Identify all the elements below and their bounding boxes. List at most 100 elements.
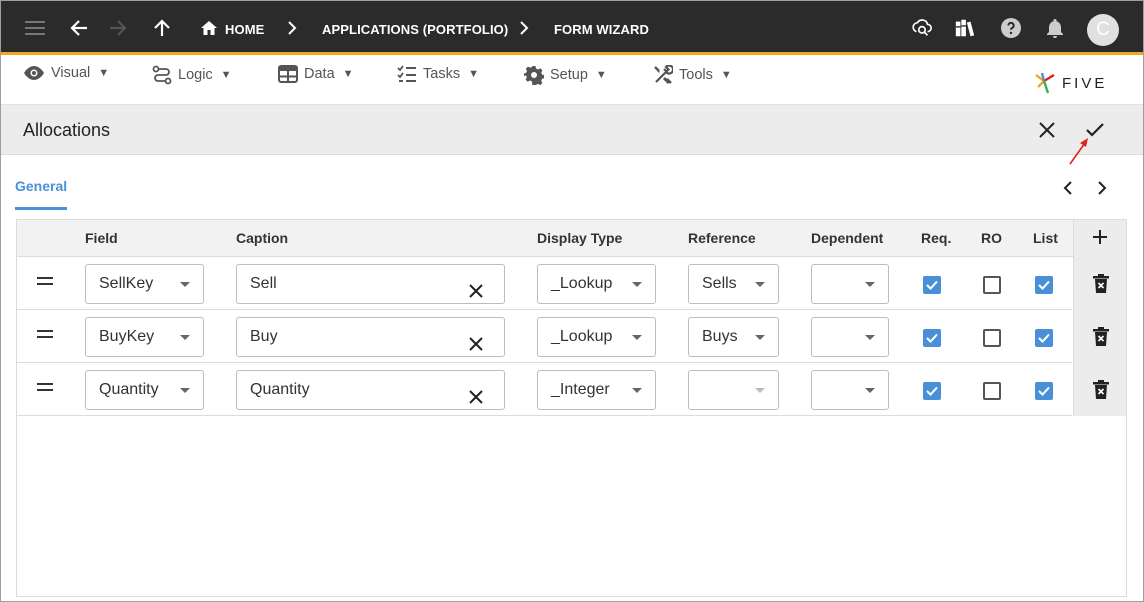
back-arrow-icon[interactable] [68, 17, 90, 39]
clear-icon[interactable] [468, 276, 484, 298]
dropdown-arrow-icon [632, 282, 642, 287]
display-type-select[interactable]: _Integer [537, 370, 656, 410]
tab-general[interactable]: General [15, 178, 67, 194]
field-select[interactable]: SellKey [85, 264, 204, 304]
hamburger-menu-icon[interactable] [24, 17, 46, 39]
chevron-right-icon [1098, 181, 1107, 195]
dropdown-arrow-icon [180, 282, 190, 287]
caret-down-icon: ▼ [595, 69, 607, 81]
field-select[interactable]: Quantity [85, 370, 204, 410]
ro-checkbox[interactable] [983, 276, 1001, 294]
breadcrumb-applications[interactable]: APPLICATIONS (PORTFOLIO) [322, 22, 508, 37]
library-books-icon[interactable] [954, 17, 976, 39]
clear-icon[interactable] [468, 382, 484, 404]
header-ro: RO [981, 230, 1002, 246]
display-type-select[interactable]: _Lookup [537, 317, 656, 357]
menu-setup[interactable]: Setup ▼ [524, 65, 607, 85]
annotation-arrow-icon [1069, 138, 1088, 165]
drag-handle-icon[interactable] [37, 383, 53, 395]
top-app-bar: HOME APPLICATIONS (PORTFOLIO) FORM WIZAR… [1, 1, 1143, 55]
dropdown-arrow-icon [180, 388, 190, 393]
field-select[interactable]: BuyKey [85, 317, 204, 357]
page-title: Allocations [23, 120, 111, 140]
dropdown-arrow-icon [865, 388, 875, 393]
menu-tasks[interactable]: Tasks ▼ [397, 65, 479, 83]
caption-input-value: Buy [250, 328, 278, 345]
clear-icon[interactable] [468, 329, 484, 351]
breadcrumb-home[interactable]: HOME [225, 22, 264, 37]
user-avatar[interactable]: C [1087, 14, 1119, 46]
fields-grid: Field Caption Display Type Reference Dep… [16, 219, 1127, 597]
caption-input[interactable]: Buy [236, 317, 505, 357]
dependent-select[interactable] [811, 317, 889, 357]
five-logo-text: FIVE [1062, 74, 1108, 92]
logic-flow-icon [152, 65, 172, 85]
form-wizard-window: HOME APPLICATIONS (PORTFOLIO) FORM WIZAR… [0, 0, 1144, 602]
caption-input[interactable]: Quantity [236, 370, 505, 410]
req-checkbox[interactable] [923, 329, 941, 347]
chevron-left-icon [1063, 181, 1072, 195]
delete-row-trash-icon[interactable] [1092, 274, 1110, 294]
header-list: List [1033, 230, 1058, 246]
drag-handle-icon[interactable] [37, 277, 53, 289]
close-icon [1039, 122, 1055, 138]
form-title-bar: Allocations [1, 105, 1143, 155]
drag-handle-icon[interactable] [37, 330, 53, 342]
home-icon[interactable] [198, 17, 220, 39]
menu-data[interactable]: Data ▼ [278, 65, 354, 83]
previous-page-button[interactable] [1059, 179, 1077, 197]
menu-setup-label: Setup [550, 67, 588, 83]
add-row-button[interactable] [1092, 229, 1110, 247]
caption-input[interactable]: Sell [236, 264, 505, 304]
menu-data-label: Data [304, 66, 335, 82]
dropdown-arrow-icon [755, 335, 765, 340]
req-checkbox[interactable] [923, 382, 941, 400]
field-select-value: BuyKey [99, 328, 155, 345]
header-req: Req. [921, 230, 952, 246]
tools-icon [654, 65, 673, 85]
cancel-button[interactable] [1035, 118, 1059, 142]
dependent-select[interactable] [811, 264, 889, 304]
breadcrumb-form-wizard[interactable]: FORM WIZARD [554, 22, 649, 37]
five-logo-mark-icon [1035, 72, 1055, 94]
table-row: BuyKey Buy _Lookup Buys [17, 310, 1072, 363]
gear-icon [524, 66, 544, 85]
header-reference: Reference [688, 230, 756, 246]
reference-value: Buys [702, 328, 738, 345]
ro-checkbox[interactable] [983, 382, 1001, 400]
list-checkbox[interactable] [1035, 276, 1053, 294]
dropdown-arrow-icon [755, 282, 765, 287]
reference-select[interactable]: Sells [688, 264, 779, 304]
caret-down-icon: ▼ [342, 68, 354, 80]
cloud-search-icon[interactable] [911, 17, 933, 39]
forward-arrow-icon[interactable] [107, 17, 129, 39]
main-menu-bar: Visual ▼ Logic ▼ Data ▼ Tasks ▼ Setup ▼ Tools… [1, 55, 1143, 105]
display-type-value: _Lookup [551, 275, 613, 292]
table-row: Quantity Quantity _Integer [17, 363, 1072, 416]
chevron-right-icon [513, 17, 535, 39]
grid-header: Field Caption Display Type Reference Dep… [17, 220, 1126, 257]
help-icon[interactable] [1000, 17, 1022, 39]
checklist-icon [397, 65, 416, 82]
notification-bell-icon[interactable] [1044, 17, 1066, 39]
field-select-value: Quantity [99, 381, 159, 398]
table-icon [278, 65, 298, 83]
req-checkbox[interactable] [923, 276, 941, 294]
delete-row-trash-icon[interactable] [1092, 327, 1110, 347]
next-page-button[interactable] [1093, 179, 1111, 197]
menu-logic[interactable]: Logic ▼ [152, 65, 232, 85]
ro-checkbox[interactable] [983, 329, 1001, 347]
delete-row-trash-icon[interactable] [1092, 380, 1110, 400]
list-checkbox[interactable] [1035, 329, 1053, 347]
dropdown-arrow-icon [865, 335, 875, 340]
five-logo: FIVE [1034, 71, 1107, 95]
reference-select[interactable] [688, 370, 779, 410]
display-type-select[interactable]: _Lookup [537, 264, 656, 304]
list-checkbox[interactable] [1035, 382, 1053, 400]
up-arrow-icon[interactable] [151, 17, 173, 39]
reference-select[interactable]: Buys [688, 317, 779, 357]
dependent-select[interactable] [811, 370, 889, 410]
menu-tools[interactable]: Tools ▼ [653, 65, 732, 85]
menu-visual[interactable]: Visual ▼ [23, 65, 109, 81]
dropdown-arrow-icon [755, 388, 765, 393]
